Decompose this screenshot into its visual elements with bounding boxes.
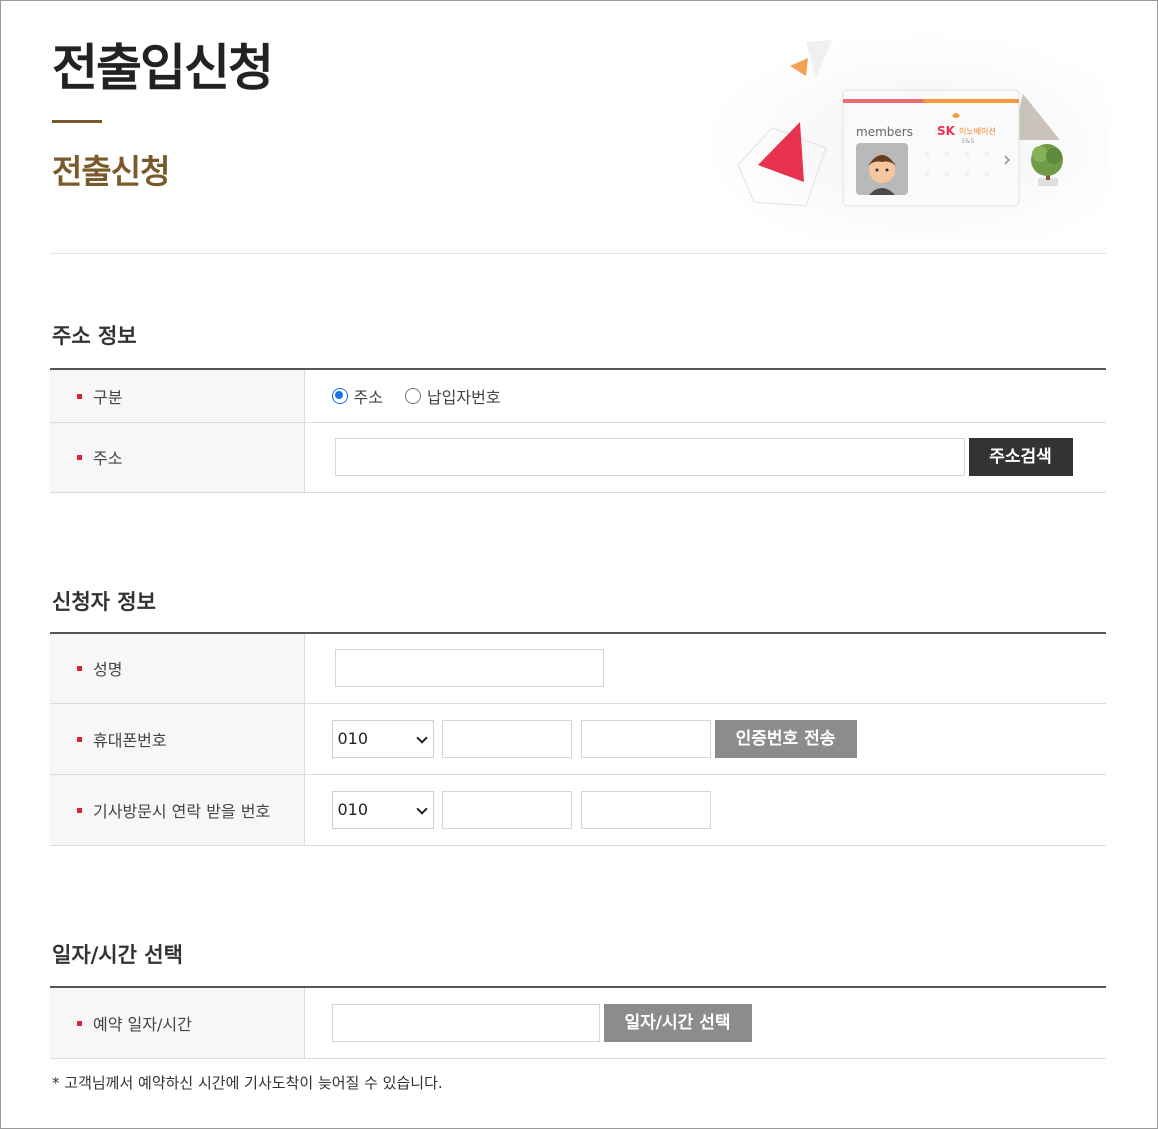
chevron-down-icon xyxy=(417,734,427,744)
address-label: 주소 xyxy=(93,449,123,468)
required-mark xyxy=(77,807,82,813)
radio-payer-number-circle[interactable] xyxy=(404,387,421,404)
radio-payer-number-label: 납입자번호 xyxy=(426,387,501,407)
visit-label-cell: 기사방문시 연락 받을 번호 xyxy=(50,774,305,846)
address-value-cell: 주소검색 xyxy=(304,422,1106,493)
reserve-value-cell: 일자/시간 선택 xyxy=(304,987,1106,1059)
brand-name: 이노베이션 xyxy=(959,126,996,136)
required-mark xyxy=(77,455,82,460)
radio-payer-number[interactable]: 납입자번호 xyxy=(404,384,501,408)
type-radio-group: 주소 납입자번호 xyxy=(331,384,1107,408)
address-label-cell: 주소 xyxy=(50,422,305,493)
phone-last-input[interactable] xyxy=(580,719,711,758)
visit-value-cell: 010 xyxy=(304,774,1106,846)
required-mark xyxy=(77,393,82,399)
type-label-cell: 구분 xyxy=(50,369,305,423)
radio-address-label: 주소 xyxy=(353,387,383,407)
radio-address[interactable]: 주소 xyxy=(331,384,383,408)
name-label: 성명 xyxy=(93,660,123,680)
reserve-label-cell: 예약 일자/시간 xyxy=(50,987,305,1059)
phone-prefix-select[interactable]: 010 xyxy=(331,719,434,758)
brand-sub: E&S xyxy=(962,138,974,145)
header-divider xyxy=(50,253,1106,254)
phone-value-cell: 010 인증번호 전송 xyxy=(304,703,1106,775)
address-input[interactable] xyxy=(334,438,965,476)
title-underline xyxy=(52,120,102,123)
page-title: 전출입신청 xyxy=(52,39,274,97)
phone-mid-input[interactable] xyxy=(441,719,572,758)
name-label-cell: 성명 xyxy=(50,633,305,704)
radio-address-circle[interactable] xyxy=(331,387,348,404)
type-label: 구분 xyxy=(93,387,123,407)
phone-prefix-value: 010 xyxy=(337,729,369,748)
page-subtitle: 전출신청 xyxy=(52,152,170,191)
schedule-section-title: 일자/시간 선택 xyxy=(52,943,183,967)
name-input[interactable] xyxy=(334,649,604,688)
name-value-cell xyxy=(304,633,1106,704)
card-label: members xyxy=(856,125,913,139)
brand-sk: SK xyxy=(937,124,956,138)
select-datetime-button[interactable]: 일자/시간 선택 xyxy=(603,1003,752,1042)
schedule-form-table: 예약 일자/시간 일자/시간 선택 xyxy=(50,986,1106,1059)
name-row: 성명 xyxy=(50,633,1106,704)
address-row: 주소 주소검색 xyxy=(50,422,1106,493)
type-value-cell: 주소 납입자번호 xyxy=(304,369,1107,423)
type-row: 구분 주소 납입자번호 xyxy=(50,369,1107,423)
reserve-datetime-input[interactable] xyxy=(331,1003,600,1042)
phone-row: 휴대폰번호 010 인증번호 전송 xyxy=(50,703,1106,775)
required-mark xyxy=(77,666,82,672)
hero-illustration: members SK 이노베이션 E&S xyxy=(700,30,1110,240)
reserve-label: 예약 일자/시간 xyxy=(93,1014,192,1034)
send-code-button[interactable]: 인증번호 전송 xyxy=(714,719,857,758)
visit-last-input[interactable] xyxy=(580,790,711,829)
phone-label: 휴대폰번호 xyxy=(93,730,167,750)
required-mark xyxy=(77,736,82,742)
visit-label: 기사방문시 연락 받을 번호 xyxy=(93,801,271,821)
visit-mid-input[interactable] xyxy=(441,790,572,829)
applicant-section-title: 신청자 정보 xyxy=(52,590,156,614)
footer-note: * 고객님께서 예약하신 시간에 기사도착이 늦어질 수 있습니다. xyxy=(52,1074,443,1092)
visit-prefix-value: 010 xyxy=(337,800,369,819)
address-section-title: 주소 정보 xyxy=(52,324,137,348)
phone-label-cell: 휴대폰번호 xyxy=(50,703,305,775)
visit-contact-row: 기사방문시 연락 받을 번호 010 xyxy=(50,774,1106,846)
membership-card: members SK 이노베이션 E&S xyxy=(842,89,1020,207)
chevron-down-icon xyxy=(417,805,427,815)
address-search-button[interactable]: 주소검색 xyxy=(968,438,1073,476)
applicant-form-table: 성명 휴대폰번호 010 인증번호 전송 기사방문시 연락 받을 번호 010 xyxy=(50,632,1106,846)
reserve-row: 예약 일자/시간 일자/시간 선택 xyxy=(50,987,1106,1059)
visit-prefix-select[interactable]: 010 xyxy=(331,790,434,829)
address-form-table: 구분 주소 납입자번호 주소 주소검색 xyxy=(50,368,1106,493)
required-mark xyxy=(77,1020,82,1026)
